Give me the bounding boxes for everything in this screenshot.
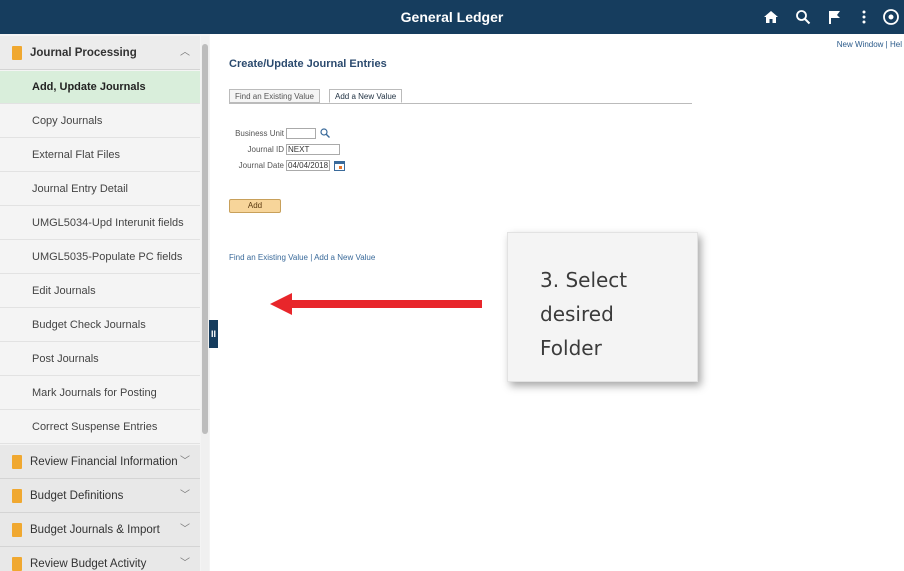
folder-icon	[12, 489, 22, 503]
sidebar-group-label: Review Financial Information	[30, 456, 178, 468]
collapse-sidebar-button[interactable]: II	[209, 320, 218, 348]
journal-date-label: Journal Date	[238, 161, 284, 170]
sidebar-group-review-budget-activity[interactable]: Review Budget Activity ﹀	[0, 547, 200, 571]
chevron-down-icon: ﹀	[180, 456, 190, 467]
journal-date-input[interactable]: 04/04/2018	[286, 160, 330, 171]
callout-text: 3. Select desired Folder	[540, 268, 628, 360]
sidebar-item-umgl5034[interactable]: UMGL5034-Upd Interunit fields	[0, 207, 200, 240]
folder-icon	[12, 557, 22, 571]
home-icon[interactable]	[760, 6, 782, 28]
add-button[interactable]: Add	[229, 199, 281, 213]
sidebar-scrollbar-thumb[interactable]	[202, 44, 208, 434]
tab-find-existing-value[interactable]: Find an Existing Value	[229, 89, 321, 103]
sidebar-group-label: Review Budget Activity	[30, 558, 147, 570]
sidebar-item-umgl5035[interactable]: UMGL5035-Populate PC fields	[0, 241, 200, 274]
sidebar-group-label: Journal Processing	[30, 47, 137, 59]
sidebar-group-label: Budget Definitions	[30, 490, 124, 502]
sidebar-item-post-journals[interactable]: Post Journals	[0, 343, 200, 376]
top-header: General Ledger	[0, 0, 904, 34]
lookup-search-icon[interactable]	[320, 128, 330, 140]
business-unit-input[interactable]	[286, 128, 316, 139]
sidebar-item-correct-suspense-entries[interactable]: Correct Suspense Entries	[0, 411, 200, 444]
folder-icon	[12, 455, 22, 469]
chevron-down-icon: ﹀	[180, 558, 190, 569]
flag-icon[interactable]	[823, 6, 845, 28]
page-title: Create/Update Journal Entries	[229, 58, 387, 70]
sidebar-item-budget-check-journals[interactable]: Budget Check Journals	[0, 309, 200, 342]
business-unit-label: Business Unit	[235, 129, 284, 138]
instruction-callout: 3. Select desired Folder	[507, 232, 698, 382]
sidebar-group-budget-definitions[interactable]: Budget Definitions ﹀	[0, 479, 200, 513]
chevron-up-icon: ︿	[180, 47, 190, 58]
sidebar-item-external-flat-files[interactable]: External Flat Files	[0, 139, 200, 172]
search-icon[interactable]	[792, 6, 814, 28]
chevron-down-icon: ﹀	[180, 524, 190, 535]
sidebar-item-journal-entry-detail[interactable]: Journal Entry Detail	[0, 173, 200, 206]
red-arrow-annotation	[270, 293, 482, 315]
navbar-icon[interactable]	[880, 6, 902, 28]
sidebar-group-journal-processing[interactable]: Journal Processing ︿	[0, 36, 200, 70]
journal-id-input[interactable]: NEXT	[286, 144, 340, 155]
sidebar-item-add-update-journals[interactable]: Add, Update Journals	[0, 71, 200, 104]
tab-add-new-value[interactable]: Add a New Value	[329, 89, 403, 103]
sidebar-group-label: Budget Journals & Import	[30, 524, 160, 536]
find-add-links[interactable]: Find an Existing Value | Add a New Value	[229, 253, 375, 262]
sidebar-item-mark-journals-for-posting[interactable]: Mark Journals for Posting	[0, 377, 200, 410]
sidebar-group-review-financial-information[interactable]: Review Financial Information ﹀	[0, 445, 200, 479]
sidebar-item-copy-journals[interactable]: Copy Journals	[0, 105, 200, 138]
new-window-help-links[interactable]: New Window | Hel	[837, 40, 902, 49]
search-tabs: Find an Existing Value Add a New Value	[229, 89, 692, 104]
more-vertical-icon[interactable]	[853, 6, 875, 28]
journal-id-label: Journal ID	[247, 145, 284, 154]
folder-icon	[12, 523, 22, 537]
sidebar-group-budget-journals-import[interactable]: Budget Journals & Import ﹀	[0, 513, 200, 547]
sidebar-item-edit-journals[interactable]: Edit Journals	[0, 275, 200, 308]
calendar-icon[interactable]	[334, 160, 345, 173]
chevron-down-icon: ﹀	[180, 490, 190, 501]
folder-icon	[12, 46, 22, 60]
